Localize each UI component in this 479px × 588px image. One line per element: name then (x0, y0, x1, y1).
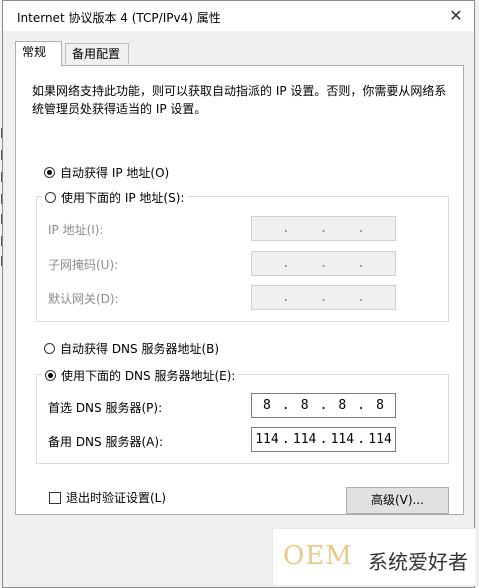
close-icon[interactable]: ✕ (446, 6, 466, 26)
auto-dns-radio[interactable]: 自动获得 DNS 服务器地址(B) (44, 340, 219, 357)
manual-dns-radio[interactable]: 使用下面的 DNS 服务器地址(E): (42, 367, 239, 384)
preferred-dns-label: 首选 DNS 服务器(P): (48, 401, 163, 415)
octet[interactable]: 8 (327, 398, 357, 413)
preferred-dns-field[interactable]: 8. 8. 8. 8 (251, 393, 396, 418)
general-panel: 如果网络支持此功能，则可以获取自动指派的 IP 设置。否则，你需要从网络系统管理… (15, 65, 464, 515)
octet[interactable]: 8 (252, 398, 282, 413)
auto-dns-label: 自动获得 DNS 服务器地址(B) (60, 342, 220, 356)
alternate-dns-label: 备用 DNS 服务器(A): (48, 435, 164, 449)
ipv4-properties-dialog: Internet 协议版本 4 (TCP/IPv4) 属性 ✕ 常规 备用配置 … (2, 0, 475, 588)
alternate-dns-field[interactable]: 114. 114. 114. 114 (251, 427, 396, 452)
octet[interactable]: 114 (327, 432, 357, 447)
manual-ip-label: 使用下面的 IP 地址(S): (61, 191, 185, 205)
octet[interactable]: 114 (365, 432, 395, 447)
auto-ip-label: 自动获得 IP 地址(O) (60, 166, 170, 180)
auto-ip-radio[interactable]: 自动获得 IP 地址(O) (44, 164, 169, 181)
octet[interactable]: 114 (252, 432, 282, 447)
octet[interactable]: 8 (365, 398, 395, 413)
description-text: 如果网络支持此功能，则可以获取自动指派的 IP 设置。否则，你需要从网络系统管理… (32, 84, 447, 116)
validate-on-exit-checkbox[interactable]: 退出时验证设置(L) (49, 489, 166, 506)
octet[interactable]: 114 (290, 432, 320, 447)
checkbox-indicator[interactable] (49, 491, 61, 504)
manual-ip-radio[interactable]: 使用下面的 IP 地址(S): (42, 189, 188, 206)
watermark-logo: OEM 系统爱好者 (272, 528, 477, 586)
ip-address-field[interactable]: ... (251, 216, 396, 241)
title-bar: Internet 协议版本 4 (TCP/IPv4) 属性 ✕ (3, 1, 474, 31)
ip-address-label: IP 地址(I): (48, 223, 104, 237)
default-gateway-field[interactable]: ... (251, 285, 396, 310)
octet[interactable]: 8 (290, 398, 320, 413)
radio-indicator[interactable] (45, 370, 56, 381)
watermark-text: 系统爱好者 (368, 550, 468, 574)
validate-on-exit-label: 退出时验证设置(L) (66, 491, 167, 505)
advanced-button[interactable]: 高级(V)... (346, 487, 449, 514)
radio-indicator[interactable] (44, 343, 55, 354)
subnet-mask-label: 子网掩码(U): (48, 258, 119, 272)
radio-indicator[interactable] (45, 192, 56, 203)
window-title: Internet 协议版本 4 (TCP/IPv4) 属性 (17, 11, 221, 25)
manual-dns-label: 使用下面的 DNS 服务器地址(E): (61, 369, 236, 383)
tab-general[interactable]: 常规 (15, 41, 62, 66)
default-gateway-label: 默认网关(D): (48, 292, 119, 306)
watermark-brand: OEM (283, 541, 353, 571)
tab-alternate-configuration[interactable]: 备用配置 (65, 43, 129, 64)
radio-indicator[interactable] (44, 167, 55, 178)
subnet-mask-field[interactable]: ... (251, 251, 396, 276)
